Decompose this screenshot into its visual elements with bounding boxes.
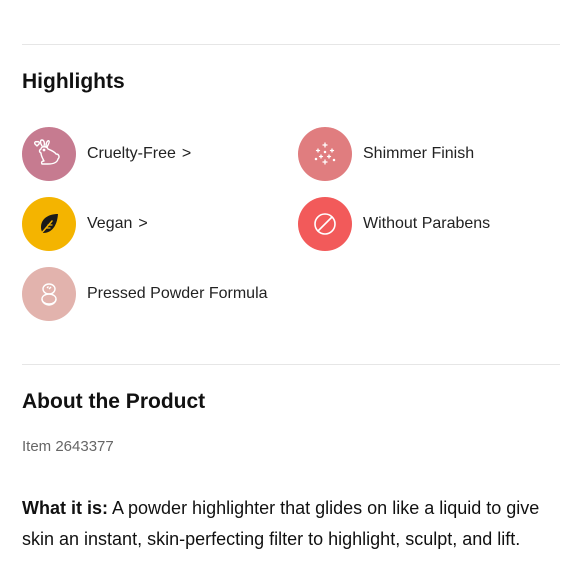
highlight-label-shimmer-finish: Shimmer Finish: [363, 145, 475, 162]
item-number: Item 2643377: [22, 438, 114, 455]
no-symbol-icon: [298, 197, 352, 251]
top-divider: [22, 44, 560, 45]
chevron-right-icon: >: [138, 215, 148, 232]
highlight-label-cruelty-free: Cruelty-Free: [87, 145, 176, 162]
highlights-title: Highlights: [22, 70, 125, 93]
chevron-right-icon: >: [181, 145, 192, 162]
highlight-vegan[interactable]: Vegan >: [22, 197, 148, 251]
highlight-shimmer-finish: Shimmer Finish: [298, 127, 474, 181]
product-description: What it is: A powder highlighter that gl…: [22, 493, 552, 555]
sparkle-icon: [298, 127, 352, 181]
compact-icon: [22, 267, 76, 321]
highlight-pressed-powder-formula: Pressed Powder Formula: [22, 267, 268, 321]
highlight-without-parabens: Without Parabens: [298, 197, 490, 251]
section-divider: [22, 364, 560, 365]
bunny-icon: [22, 127, 76, 181]
highlight-cruelty-free[interactable]: Cruelty-Free >: [22, 127, 191, 181]
what-it-is-label: What it is:: [22, 498, 108, 518]
highlight-label-pressed-powder-formula: Pressed Powder Formula: [87, 285, 268, 302]
highlight-label-without-parabens: Without Parabens: [363, 215, 491, 232]
about-product-title: About the Product: [22, 390, 206, 413]
highlight-label-vegan: Vegan: [87, 215, 133, 232]
leaf-icon: [22, 197, 76, 251]
